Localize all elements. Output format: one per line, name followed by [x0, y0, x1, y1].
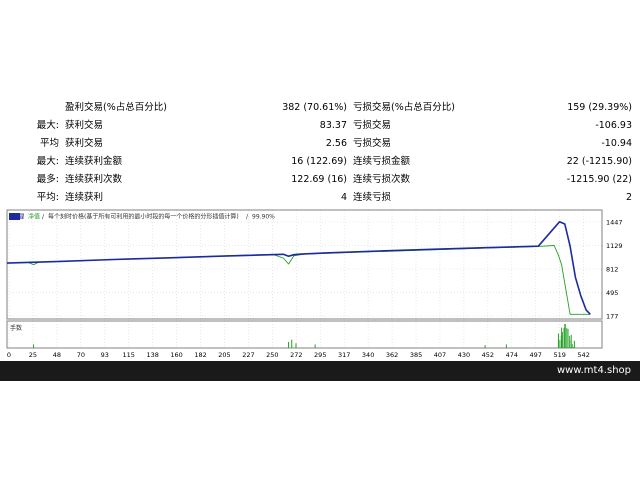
row-prefix: 平均	[39, 138, 59, 149]
consec-win-count-label: 连续获利次数	[65, 174, 123, 185]
x-tick-label: 138	[146, 351, 158, 359]
losing-trades-label: 亏损交易(%占总百分比)	[353, 102, 455, 113]
consec-win-amount-value: 16 (122.69)	[291, 156, 347, 167]
row-prefix: 最大:	[36, 156, 59, 167]
stats-row: 最大: 获利交易 83.37 亏损交易 -106.93	[0, 117, 640, 135]
x-tick-label: 160	[170, 351, 182, 359]
max-win-value: 83.37	[319, 120, 347, 131]
y-tick-label: 177	[606, 313, 618, 321]
stats-row: 平均 获利交易 2.56 亏损交易 -10.94	[0, 135, 640, 153]
avg-loss-value: -10.94	[601, 138, 632, 149]
max-loss-value: -106.93	[595, 120, 632, 131]
x-tick-label: 317	[338, 351, 350, 359]
stats-row: 最大: 连续获利金额 16 (122.69) 连续亏损金额 22 (-1215.…	[0, 153, 640, 171]
max-win-label: 获利交易	[65, 120, 104, 131]
consec-win-amount-label: 连续获利金额	[65, 156, 123, 167]
stats-row: 最多: 连续获利次数 122.69 (16) 连续亏损次数 -1215.90 (…	[0, 171, 640, 189]
legend-tick-model: 每个刻时价格(基于所有可利用的最小时段的每一个价格的分形插值计算)	[48, 213, 239, 221]
y-tick-label: 812	[606, 266, 618, 274]
balance-chart-svg: 余额 / 净值 / 每个刻时价格(基于所有可利用的最小时段的每一个价格的分形插值…	[6, 209, 623, 359]
x-tick-label: 93	[101, 351, 109, 359]
x-tick-label: 519	[553, 351, 565, 359]
x-tick-label: 542	[577, 351, 589, 359]
y-axis-ticks: 1447 1129 812 495 177	[606, 219, 623, 321]
x-tick-label: 362	[386, 351, 398, 359]
consec-loss-amount-label: 连续亏损金额	[353, 156, 411, 167]
y-tick-label: 1447	[606, 219, 623, 227]
x-tick-label: 227	[242, 351, 254, 359]
x-tick-label: 474	[506, 351, 518, 359]
losing-trades-value: 159 (29.39%)	[567, 102, 632, 113]
row-prefix: 平均:	[36, 192, 59, 203]
chart-series	[6, 221, 591, 315]
y-tick-label: 1129	[606, 242, 623, 250]
x-axis-ticks: 0 25 48 70 93 115 138 160 182 205 227 250 272 295 317 3…	[7, 351, 590, 359]
x-tick-label: 385	[410, 351, 422, 359]
x-tick-label: 0	[7, 351, 11, 359]
winning-trades-value: 382 (70.61%)	[282, 102, 347, 113]
x-tick-label: 70	[77, 351, 85, 359]
x-tick-label: 250	[266, 351, 278, 359]
balance-line	[6, 221, 591, 315]
avg-consec-win-value: 4	[340, 192, 347, 203]
balance-chart: 余额 / 净值 / 每个刻时价格(基于所有可利用的最小时段的每一个价格的分形插值…	[6, 209, 634, 361]
main-chart-frame	[6, 209, 603, 320]
stats-row: 平均: 连续获利 4 连续亏损 2	[0, 189, 640, 207]
x-tick-label: 115	[123, 351, 135, 359]
equity-line	[6, 245, 591, 315]
x-tick-label: 25	[29, 351, 37, 359]
row-prefix: 最大:	[36, 120, 59, 131]
consec-loss-amount-value: 22 (-1215.90)	[566, 156, 632, 167]
x-tick-label: 295	[314, 351, 326, 359]
footer-bar: www.mt4.shop	[0, 361, 640, 381]
consec-loss-count-value: -1215.90 (22)	[566, 174, 632, 185]
x-tick-label: 407	[434, 351, 446, 359]
legend-equity: 净值	[28, 213, 40, 221]
stats-panel: 盈利交易(%占总百分比) 382 (70.61%) 亏损交易(%占总百分比) 1…	[0, 99, 640, 207]
consec-win-count-value: 122.69 (16)	[291, 174, 347, 185]
winning-trades-label: 盈利交易(%占总百分比)	[65, 102, 167, 113]
avg-loss-label: 亏损交易	[353, 138, 392, 149]
volume-bars	[33, 324, 575, 348]
x-tick-label: 272	[290, 351, 302, 359]
avg-consec-loss-value: 2	[625, 192, 632, 203]
x-tick-label: 48	[53, 351, 61, 359]
volume-label: 手数	[10, 324, 22, 332]
volume-chart-frame	[6, 320, 603, 349]
row-prefix: 最多:	[36, 174, 59, 185]
x-tick-label: 430	[458, 351, 470, 359]
avg-win-value: 2.56	[325, 138, 347, 149]
legend-quality: 99.90%	[252, 214, 275, 221]
x-tick-label: 340	[362, 351, 374, 359]
max-loss-label: 亏损交易	[353, 120, 392, 131]
avg-win-label: 获利交易	[65, 138, 104, 149]
x-tick-label: 452	[482, 351, 494, 359]
avg-consec-win-label: 连续获利	[65, 192, 104, 203]
x-tick-label: 182	[194, 351, 206, 359]
y-tick-label: 495	[606, 289, 618, 297]
stats-row: 盈利交易(%占总百分比) 382 (70.61%) 亏损交易(%占总百分比) 1…	[0, 99, 640, 117]
x-tick-label: 497	[530, 351, 542, 359]
legend-sep: /	[42, 214, 45, 221]
legend-sep: /	[22, 214, 25, 221]
consec-loss-count-label: 连续亏损次数	[353, 174, 411, 185]
chart-legend: 余额 / 净值 / 每个刻时价格(基于所有可利用的最小时段的每一个价格的分形插值…	[9, 213, 275, 221]
watermark-text: www.mt4.shop	[556, 365, 631, 376]
avg-consec-loss-label: 连续亏损	[353, 192, 392, 203]
chart-grid	[7, 210, 602, 348]
x-tick-label: 205	[218, 351, 230, 359]
